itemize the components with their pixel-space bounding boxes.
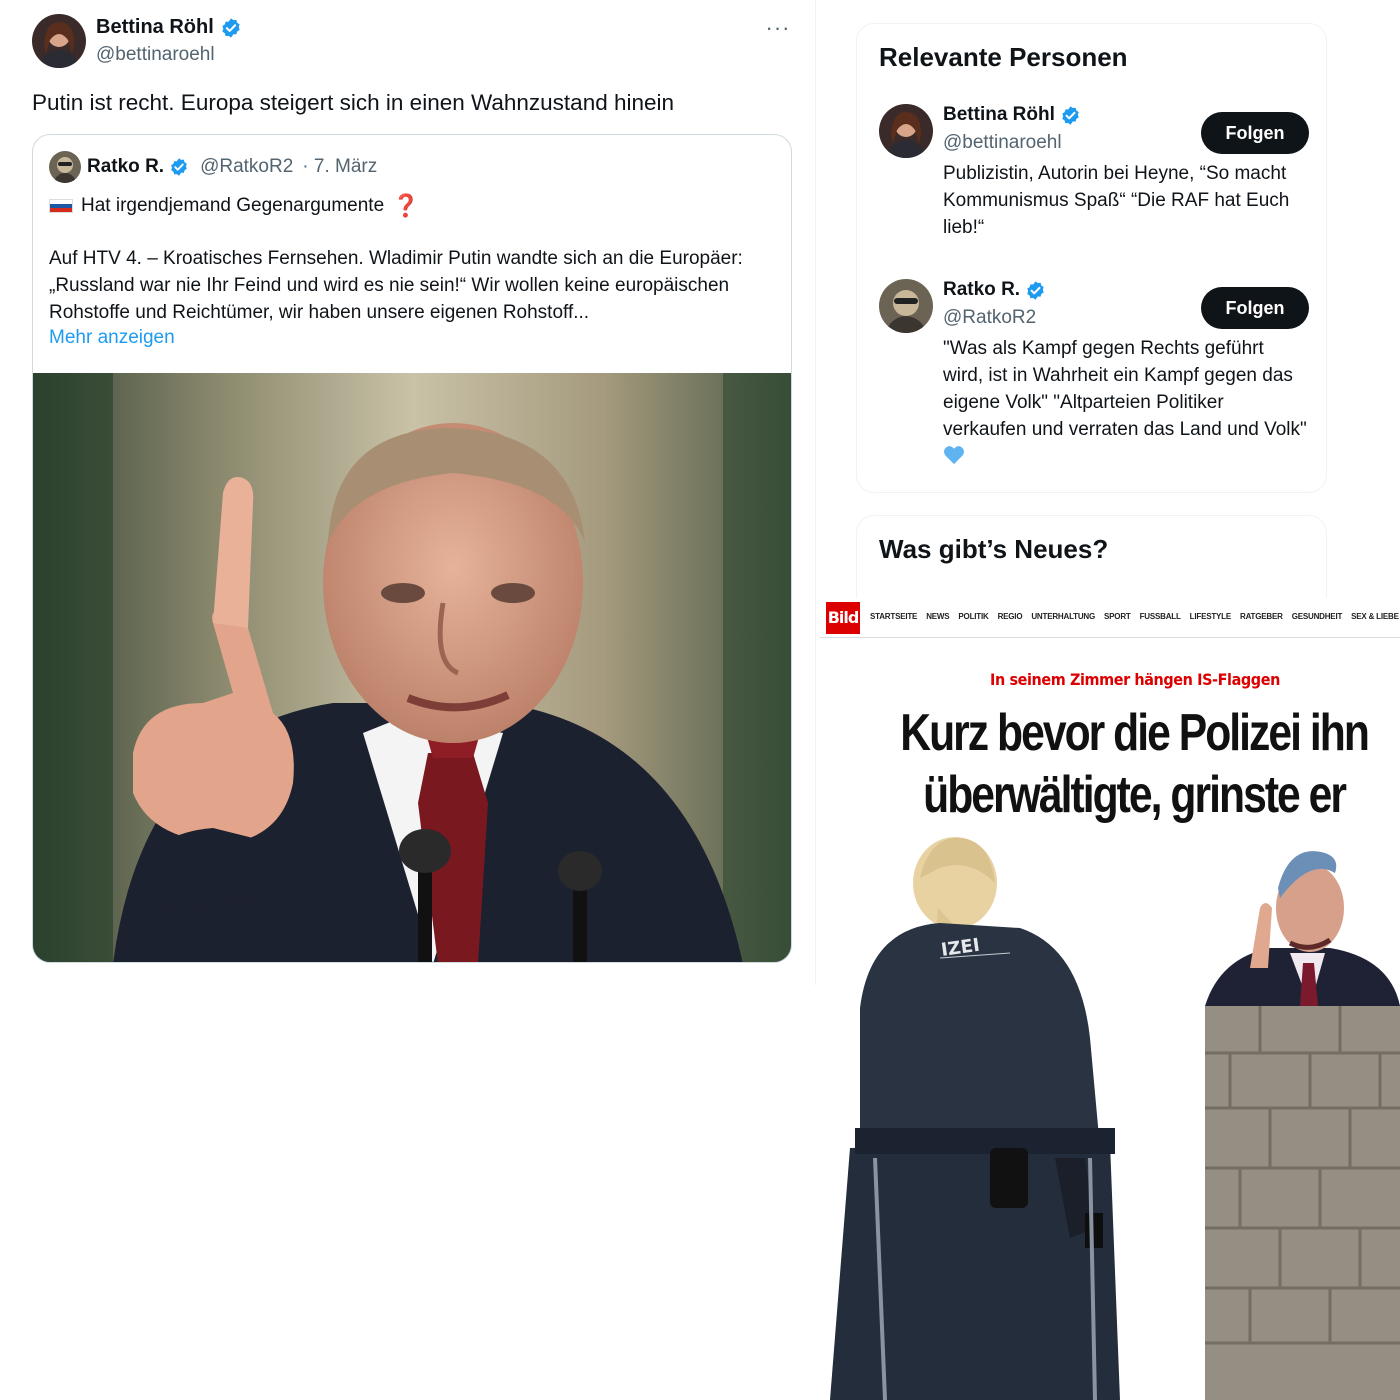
person-card[interactable]: Ratko R. @RatkoR2 "Was als Kampf gegen R… [879, 279, 1309, 479]
quote-photo[interactable] [33, 373, 791, 962]
bild-nav-item[interactable]: STARTSEITE [870, 612, 917, 621]
avatar[interactable] [879, 104, 933, 158]
bild-nav-item[interactable]: LIFESTYLE [1190, 612, 1232, 621]
verified-badge-icon [1060, 105, 1081, 126]
quote-date[interactable]: · 7. März [302, 156, 377, 178]
quote-author-name[interactable]: Ratko R. [87, 156, 164, 178]
author-name[interactable]: Bettina Röhl [96, 16, 242, 39]
russian-flag-icon [49, 199, 73, 213]
bild-nav-item[interactable]: GESUNDHEIT [1292, 612, 1343, 621]
verified-badge-icon [220, 17, 242, 39]
relevant-persons-panel: Relevante Personen Bettina Röhl @bettina… [856, 23, 1327, 493]
police-collage-image: IZEI [820, 828, 1400, 1400]
person-name-text[interactable]: Bettina Röhl [943, 104, 1055, 126]
verified-badge-icon [1025, 280, 1046, 301]
quote-author[interactable]: Ratko R. @RatkoR2 · 7. März [87, 156, 377, 178]
bild-navigation: Bild STARTSEITE NEWS POLITIK REGIO UNTERHALT… [820, 598, 1400, 638]
follow-button[interactable]: Folgen [1201, 112, 1309, 154]
bild-logo[interactable]: Bild [826, 602, 860, 634]
show-more-link[interactable]: Mehr anzeigen [49, 327, 175, 349]
person-bio: "Was als Kampf gegen Rechts geführt wird… [943, 335, 1308, 470]
bild-nav-item[interactable]: RATGEBER [1240, 612, 1283, 621]
person-handle[interactable]: @bettinaroehl [943, 132, 1062, 154]
bild-nav-items: STARTSEITE NEWS POLITIK REGIO UNTERHALTUNG SP… [870, 612, 1400, 621]
avatar[interactable] [879, 279, 933, 333]
headline-line-2: überwältigte, grinste er [923, 766, 1347, 824]
bild-article-collage: Bild STARTSEITE NEWS POLITIK REGIO UNTERHALT… [820, 598, 1400, 1400]
bild-nav-item[interactable]: FUSSBALL [1140, 612, 1181, 621]
tweet: Bettina Röhl @bettinaroehl ··· Putin ist… [8, 0, 816, 985]
author-handle[interactable]: @bettinaroehl [96, 44, 215, 66]
quote-first-line-text: Hat irgendjemand Gegenargumente [81, 195, 385, 216]
tweet-text: Putin ist recht. Europa steigert sich in… [32, 90, 675, 115]
quoted-tweet[interactable]: Ratko R. @RatkoR2 · 7. März Hat irgendje… [32, 134, 792, 963]
quote-handle[interactable]: @RatkoR2 [200, 156, 293, 178]
relevant-persons-title: Relevante Personen [879, 42, 1128, 72]
person-bio: Publizistin, Autorin bei Heyne, “So mach… [943, 163, 1290, 238]
tweet-header: Bettina Röhl @bettinaroehl ··· [32, 14, 795, 72]
bild-nav-item[interactable]: REGIO [998, 612, 1023, 621]
quote-avatar[interactable] [49, 151, 81, 183]
person-bio-text: "Was als Kampf gegen Rechts geführt wird… [943, 338, 1307, 440]
article-headline: Kurz bevor die Polizei ihn überwältigte,… [884, 702, 1384, 826]
article-kicker: In seinem Zimmer hängen IS-Flaggen [990, 670, 1280, 689]
author-name-text[interactable]: Bettina Röhl [96, 16, 214, 39]
quote-header: Ratko R. @RatkoR2 · 7. März [49, 151, 781, 183]
person-name[interactable]: Bettina Röhl [943, 104, 1081, 126]
person-handle[interactable]: @RatkoR2 [943, 307, 1036, 329]
bild-nav-item[interactable]: POLITIK [958, 612, 988, 621]
question-mark-emoji: ❓ [392, 193, 420, 218]
person-name[interactable]: Ratko R. [943, 279, 1046, 301]
bild-nav-item[interactable]: SPORT [1104, 612, 1131, 621]
bild-nav-item[interactable]: UNTERHALTUNG [1031, 612, 1095, 621]
follow-button[interactable]: Folgen [1201, 287, 1309, 329]
more-horizontal-icon: ··· [765, 15, 791, 40]
blue-heart-icon [943, 445, 965, 465]
verified-badge-icon [169, 157, 189, 177]
whats-new-title: Was gibt’s Neues? [879, 534, 1109, 564]
person-card[interactable]: Bettina Röhl @bettinaroehl Publizistin, … [879, 104, 1309, 254]
more-options-button[interactable]: ··· [761, 15, 795, 42]
bild-nav-item[interactable]: NEWS [926, 612, 949, 621]
person-name-text[interactable]: Ratko R. [943, 279, 1020, 301]
headline-line-1: Kurz bevor die Polizei ihn [900, 704, 1370, 762]
avatar[interactable] [32, 14, 86, 68]
bild-nav-item[interactable]: SEX & LIEBE [1351, 612, 1399, 621]
quote-body: Auf HTV 4. – Kroatisches Fernsehen. Wlad… [49, 248, 743, 323]
quote-first-line: Hat irgendjemand Gegenargumente ❓ [49, 193, 420, 219]
